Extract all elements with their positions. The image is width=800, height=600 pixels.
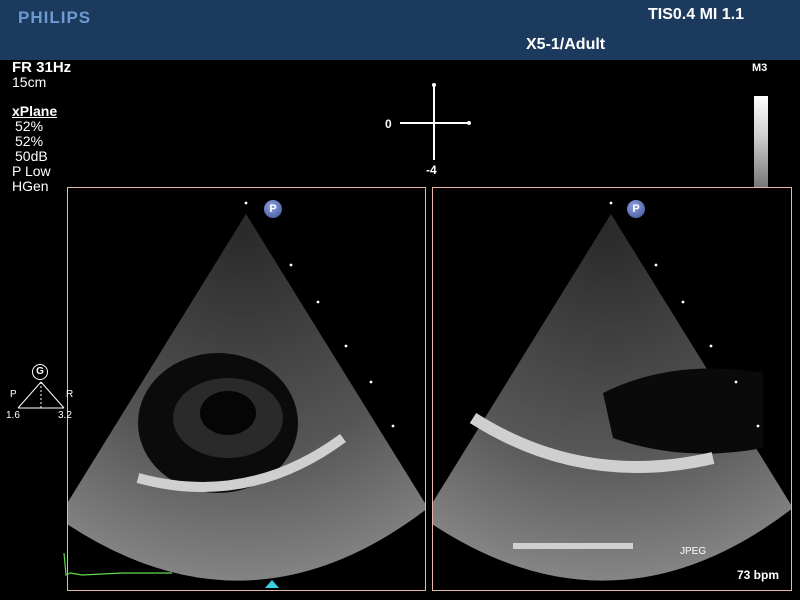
ecg-trace <box>63 552 172 576</box>
brand-logo: PHILIPS <box>18 8 92 27</box>
harmonic-setting: HGen <box>12 178 49 194</box>
angle-g-label: G <box>32 364 48 380</box>
left-image-panel[interactable]: P <box>67 187 426 591</box>
angle-r-label: R <box>66 389 74 400</box>
imaging-parameters: FR 31Hz 15cm xPlane 52% 52% 50dB P Low H… <box>12 60 71 194</box>
frame-rate: FR 31Hz <box>12 59 72 76</box>
tis-mi-readout: TIS0.4 MI 1.1 <box>648 6 745 23</box>
left-sector-image <box>68 201 425 581</box>
gain-primary: 52% <box>15 118 44 134</box>
depth: 15cm <box>12 74 47 90</box>
right-sector-image <box>433 201 791 581</box>
mode-label: xPlane <box>12 103 58 119</box>
header-bar: PHILIPS TIS0.4 MI 1.1 X5-1/Adult <box>0 0 800 60</box>
probe-preset: X5-1/Adult <box>526 36 606 53</box>
power-setting: P Low <box>12 163 51 179</box>
map-label: M3 <box>752 62 768 74</box>
plane-orientation-icon <box>400 83 471 160</box>
orientation-label-0: 0 <box>385 117 392 131</box>
focus-marker-icon[interactable] <box>265 580 279 588</box>
right-image-panel[interactable]: P <box>432 187 792 591</box>
dynamic-range: 50dB <box>15 148 48 164</box>
angle-p-label: P <box>10 389 17 400</box>
gain-secondary: 52% <box>15 133 44 149</box>
probe-marker-left: P <box>264 200 282 218</box>
compression-label: JPEG <box>680 546 707 557</box>
heart-rate: 73 bpm <box>737 568 780 582</box>
orientation-label-neg4: -4 <box>426 163 437 177</box>
probe-marker-right: P <box>627 200 645 218</box>
angle-value-left: 1.6 <box>6 410 20 421</box>
angle-value-right: 3.2 <box>58 410 72 421</box>
